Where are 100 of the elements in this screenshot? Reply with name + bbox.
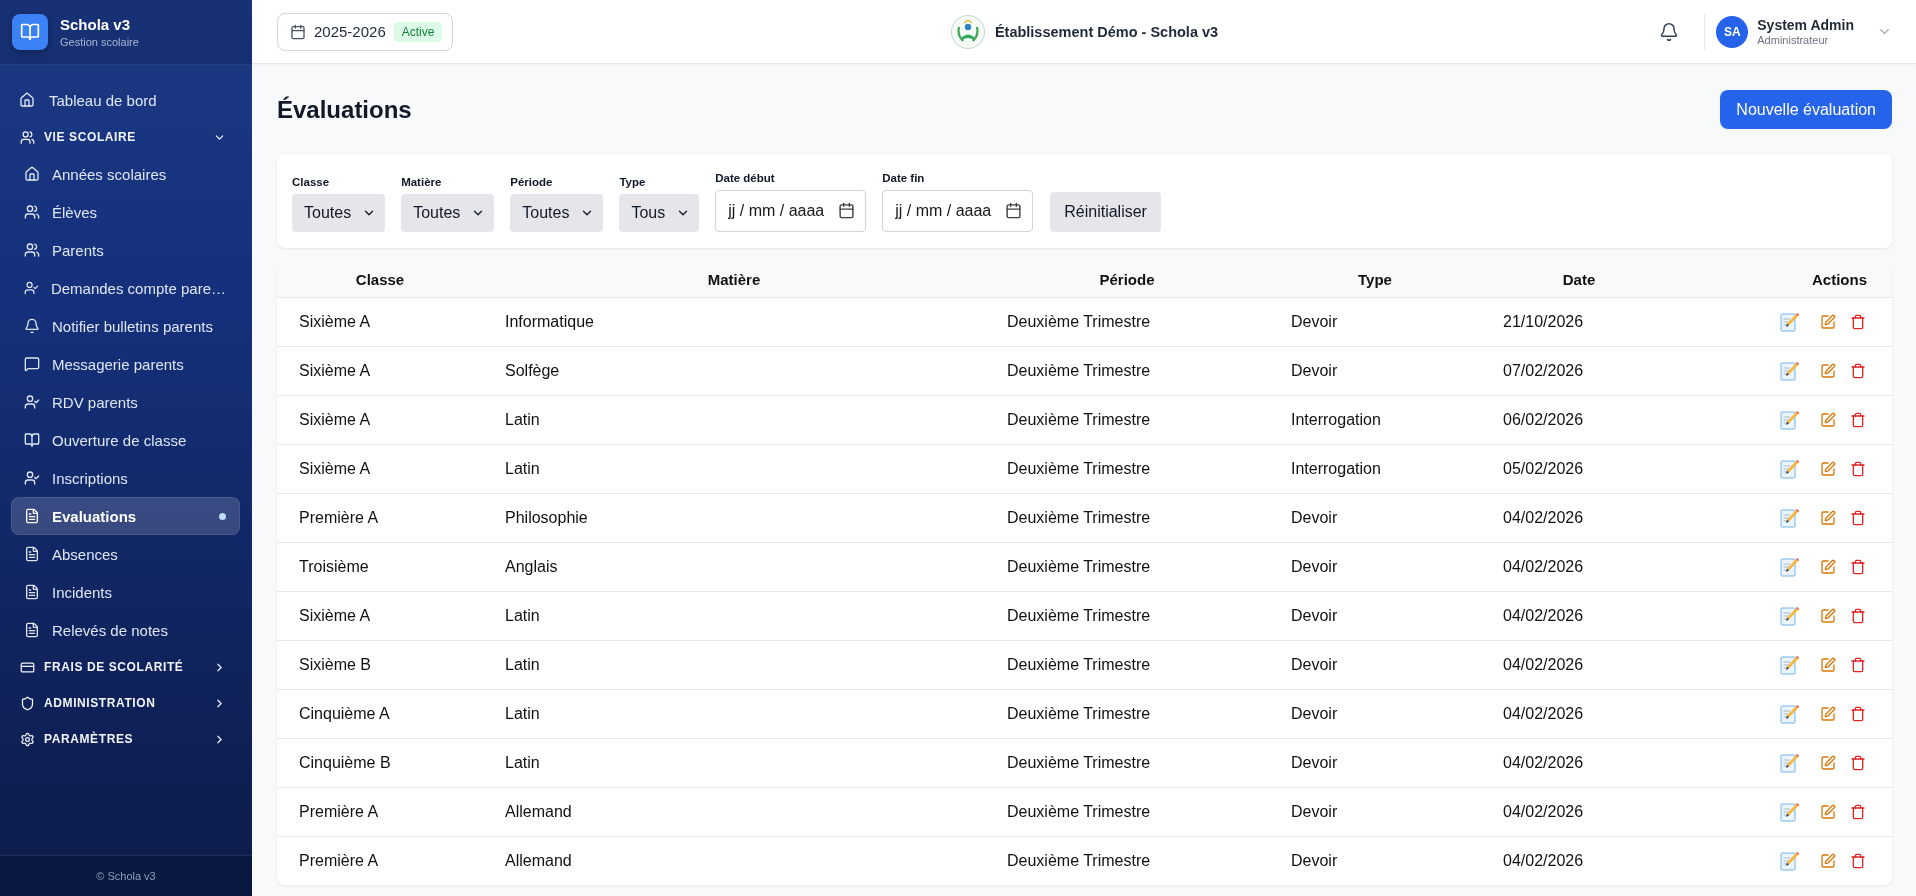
copyright-text: © Schola v3 bbox=[96, 870, 156, 882]
filter-label: Date début bbox=[715, 172, 776, 184]
column-header: Actions bbox=[1677, 263, 1892, 297]
pen-square-icon bbox=[1820, 313, 1836, 330]
trash-icon bbox=[1850, 460, 1866, 477]
table-cell: Anglais bbox=[483, 542, 985, 591]
trash-icon bbox=[1850, 705, 1866, 722]
table-cell: Allemand bbox=[483, 836, 985, 885]
trash-icon bbox=[1850, 558, 1866, 575]
trash-icon bbox=[1850, 656, 1866, 673]
book-icon bbox=[24, 432, 40, 448]
user-menu[interactable]: SA System Admin Administrateur bbox=[1716, 15, 1892, 48]
table-cell: Cinquième A bbox=[277, 689, 483, 738]
filter-label: Date fin bbox=[882, 172, 926, 184]
table-cell: Sixième A bbox=[277, 395, 483, 444]
nav-item[interactable]: Ouverture de classe bbox=[11, 421, 240, 459]
nav-item[interactable]: Evaluations bbox=[11, 497, 240, 535]
nav-item[interactable]: Notifier bulletins parents bbox=[11, 307, 240, 345]
nav-item-label: Élèves bbox=[52, 203, 99, 221]
calendar-icon bbox=[1005, 202, 1023, 219]
trash-icon bbox=[1850, 607, 1866, 624]
trash-icon bbox=[1850, 411, 1866, 428]
chat-bubble-icon bbox=[24, 356, 40, 372]
filter-select[interactable]: Toutes bbox=[510, 194, 604, 232]
memo-icon bbox=[1780, 703, 1800, 724]
nav-item[interactable]: Parents bbox=[11, 231, 240, 269]
table-cell: Devoir bbox=[1269, 640, 1481, 689]
nav-item[interactable]: Demandes compte pare… bbox=[11, 269, 240, 307]
nav-item[interactable]: Inscriptions bbox=[11, 459, 240, 497]
nav-section-header[interactable]: PARAMÈTRES bbox=[11, 721, 240, 757]
memo-icon bbox=[1780, 654, 1800, 675]
pen-square-icon bbox=[1820, 460, 1836, 477]
nav-item-label: Inscriptions bbox=[52, 469, 129, 487]
table-cell: Première A bbox=[277, 836, 483, 885]
nav-item[interactable]: Messagerie parents bbox=[11, 345, 240, 383]
nav-section-header[interactable]: VIE SCOLAIRE bbox=[11, 119, 240, 155]
memo-icon bbox=[1780, 458, 1800, 479]
table-cell: Latin bbox=[483, 689, 985, 738]
book-logo-icon bbox=[12, 14, 48, 50]
nav-item[interactable]: Années scolaires bbox=[11, 155, 240, 193]
nav-item[interactable]: RDV parents bbox=[11, 383, 240, 421]
table-cell: Devoir bbox=[1269, 297, 1481, 346]
nav-section-header[interactable]: ADMINISTRATION bbox=[11, 685, 240, 721]
nav-item[interactable]: Absences bbox=[11, 535, 240, 573]
table-cell: Deuxième Trimestre bbox=[985, 297, 1269, 346]
users-icon bbox=[20, 129, 35, 145]
table-cell: Devoir bbox=[1269, 493, 1481, 542]
shield-icon bbox=[20, 695, 35, 711]
nav-link[interactable]: Tableau de bord bbox=[11, 81, 240, 119]
document-icon bbox=[24, 584, 40, 600]
bell-icon bbox=[1659, 21, 1680, 42]
table-cell: Interrogation bbox=[1269, 395, 1481, 444]
calendar-icon bbox=[290, 23, 306, 40]
filter-select[interactable]: Toutes bbox=[401, 194, 495, 232]
active-dot-icon bbox=[219, 512, 226, 520]
date-field[interactable]: jj / mm / aaaa bbox=[715, 190, 867, 232]
table-cell: Deuxième Trimestre bbox=[985, 787, 1269, 836]
school-emblem-icon bbox=[950, 14, 985, 49]
table-cell: Cinquième B bbox=[277, 738, 483, 787]
house-icon bbox=[19, 92, 35, 108]
card-icon bbox=[20, 659, 35, 675]
table-cell: 04/02/2026 bbox=[1481, 640, 1677, 689]
table-cell: 04/02/2026 bbox=[1481, 738, 1677, 787]
document-icon bbox=[24, 546, 40, 562]
table-cell: Deuxième Trimestre bbox=[985, 444, 1269, 493]
table-cell: Deuxième Trimestre bbox=[985, 346, 1269, 395]
pen-square-icon bbox=[1820, 803, 1836, 820]
table-cell: Devoir bbox=[1269, 689, 1481, 738]
pen-square-icon bbox=[1820, 509, 1836, 526]
pen-square-icon bbox=[1820, 754, 1836, 771]
filter-select[interactable]: Tous bbox=[619, 194, 700, 232]
nav-item-label: Ouverture de classe bbox=[52, 431, 188, 449]
user-check-icon bbox=[24, 394, 40, 410]
memo-icon bbox=[1780, 360, 1800, 381]
reset-button[interactable]: Réinitialiser bbox=[1050, 192, 1161, 232]
table-cell: Latin bbox=[483, 395, 985, 444]
table-cell: Sixième A bbox=[277, 444, 483, 493]
nav-item-label: RDV parents bbox=[52, 393, 139, 411]
nav-item-label: Incidents bbox=[52, 583, 114, 601]
document-icon bbox=[24, 508, 40, 524]
table-cell: Solfège bbox=[483, 346, 985, 395]
nav-item-label: Notifier bulletins parents bbox=[52, 317, 214, 335]
school-year-selector[interactable]: 2025-2026 Active bbox=[277, 12, 454, 51]
table-cell: Troisième bbox=[277, 542, 483, 591]
new-evaluation-button[interactable]: Nouvelle évaluation bbox=[1720, 90, 1892, 129]
nav-item[interactable]: Relevés de notes bbox=[11, 611, 240, 649]
filter-select[interactable]: Toutes bbox=[292, 194, 386, 232]
nav-item[interactable]: Incidents bbox=[11, 573, 240, 611]
trash-icon bbox=[1850, 754, 1866, 771]
pen-square-icon bbox=[1820, 558, 1836, 575]
nav-item[interactable]: Élèves bbox=[11, 193, 240, 231]
memo-icon bbox=[1780, 507, 1800, 528]
column-header: Matière bbox=[483, 263, 985, 297]
table-cell: 04/02/2026 bbox=[1481, 787, 1677, 836]
date-field[interactable]: jj / mm / aaaa bbox=[882, 190, 1034, 232]
table-cell: Sixième A bbox=[277, 346, 483, 395]
trash-icon bbox=[1850, 852, 1866, 869]
house-icon bbox=[24, 166, 40, 182]
nav-section-header[interactable]: FRAIS DE SCOLARITÉ bbox=[11, 649, 240, 685]
trash-icon bbox=[1850, 362, 1866, 379]
